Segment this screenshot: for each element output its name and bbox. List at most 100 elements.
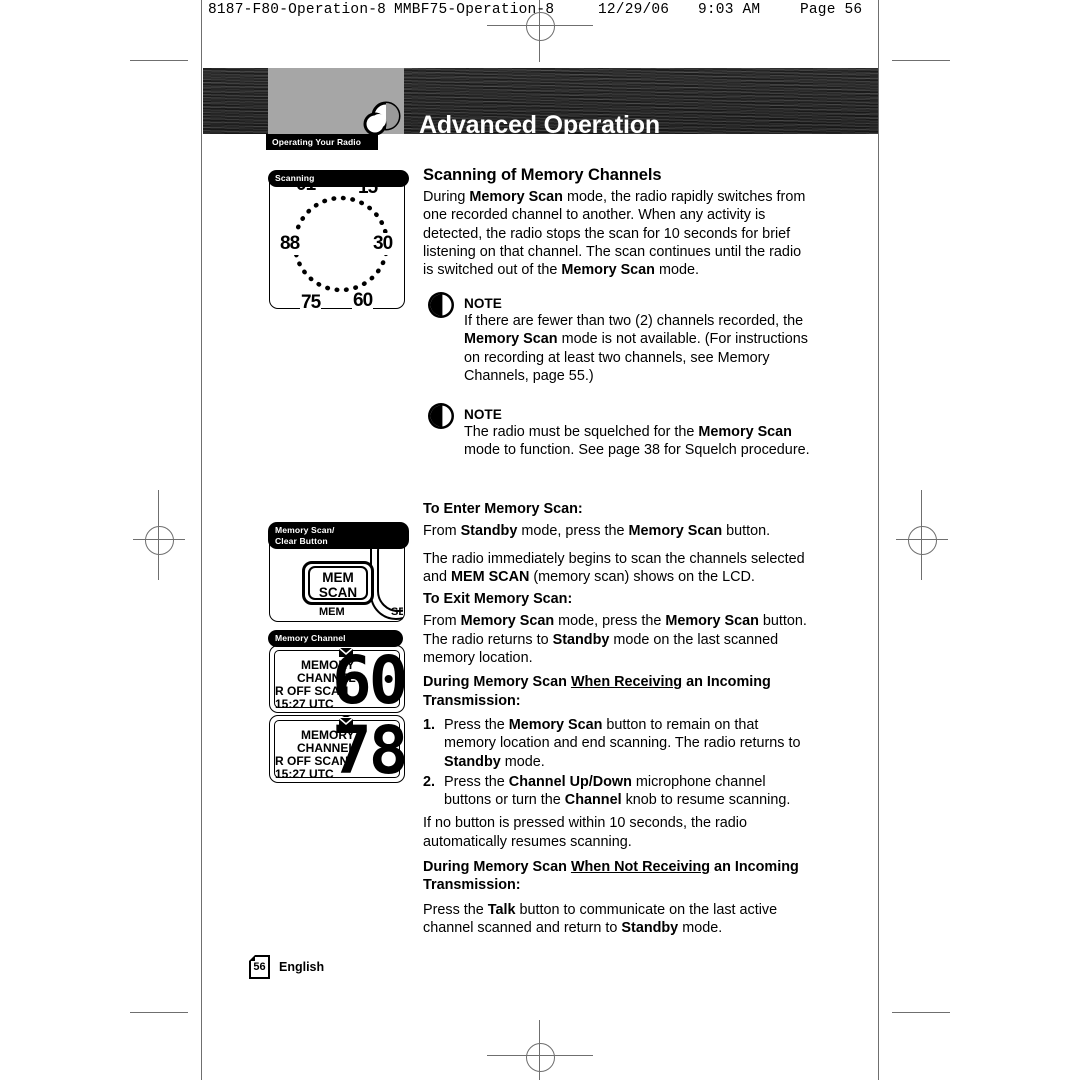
- section-heading: Scanning of Memory Channels: [423, 166, 662, 184]
- step-1: 1. Press the Memory Scan button to remain…: [423, 716, 811, 771]
- ep2-c: (memory scan) shows on the LCD.: [529, 568, 755, 585]
- xp-b2: Memory Scan: [665, 613, 759, 630]
- ep1-b1: Standby: [460, 523, 518, 540]
- slug-date: 12/29/06: [598, 2, 670, 18]
- enter-paragraph-2: The radio immediately begins to scan the…: [423, 550, 811, 587]
- crop-mark-tr: [892, 60, 950, 61]
- note-title-2: NOTE: [464, 407, 502, 422]
- intro-bold-2: Memory Scan: [561, 262, 655, 279]
- s1-a: Press the: [444, 716, 509, 733]
- xp-a: From: [423, 613, 461, 630]
- note2-a: The radio must be squelched for the: [464, 424, 699, 440]
- page-title: Advanced Operation: [419, 112, 660, 135]
- footer-language: English: [279, 960, 325, 974]
- reg-circle-bottom: [526, 1043, 555, 1072]
- note1-a: If there are fewer than two (2) channels…: [464, 313, 804, 329]
- lcd-line3-1: R OFF SCAN: [275, 684, 349, 698]
- page-number-badge: 56: [249, 955, 270, 979]
- step-2-number: 2.: [423, 773, 436, 790]
- figure-memory-channel-caption: Memory Channel: [268, 630, 403, 647]
- imposition-slug: 8187-F80-Operation-8 MMBF75-Operation-8 …: [208, 2, 888, 26]
- lcd-line1-2: MEMORY: [301, 728, 355, 742]
- crop-mark-br: [892, 1012, 950, 1013]
- s2-c: knob to resume scanning.: [621, 792, 791, 809]
- fp-b1: Talk: [487, 901, 516, 918]
- lcd-line4-2: 15:27 UTC: [275, 767, 334, 781]
- enter-paragraph-1: From Standby mode, press the Memory Scan…: [423, 522, 811, 540]
- content-column-2: To Enter Memory Scan: From Standby mode,…: [423, 500, 811, 946]
- figure-memory-channel-screen-2: 78 MEMORY CHANNEL R OFF SCAN 15:27 UTC: [269, 715, 405, 783]
- nrh-underline: When Not Receiving: [570, 859, 711, 876]
- figure-scanning-caption: Scanning: [268, 170, 409, 187]
- step-1-number: 1.: [423, 716, 436, 733]
- s1-c: mode.: [500, 753, 545, 770]
- note2-bold: Memory Scan: [698, 424, 792, 440]
- slug-job-b: MMBF75-Operation-8: [394, 2, 555, 18]
- ep1-b2: Memory Scan: [628, 523, 723, 540]
- not-receiving-heading: During Memory Scan When Not Receiving an…: [423, 858, 811, 895]
- final-paragraph: Press the Talk button to communicate on …: [423, 901, 811, 938]
- lcd-line2-1: CHANNEL: [297, 671, 356, 685]
- mem-scan-button-line2: SCAN: [318, 585, 358, 600]
- step-2: 2. Press the Channel Up/Down microphone c…: [423, 773, 811, 810]
- figure-memory-channel-screen-1: 60 MEMORY CHANNEL R OFF SCAN 15:27 UTC: [269, 645, 405, 713]
- reg-circle-right: [908, 526, 937, 555]
- enter-heading: To Enter Memory Scan:: [423, 501, 583, 517]
- note1-bold: Memory Scan: [464, 331, 558, 348]
- slug-page: Page 56: [800, 2, 863, 18]
- fp-b2: Standby: [621, 919, 679, 936]
- crop-mark-bl: [130, 1012, 188, 1013]
- exit-heading: To Exit Memory Scan:: [423, 591, 573, 608]
- mem-scan-button-face[interactable]: MEM SCAN: [308, 566, 368, 600]
- trim-line-right: [878, 0, 879, 1080]
- scanning-dial: 01 15 30 60 75 88: [279, 174, 395, 314]
- s2-a: Press the: [444, 773, 509, 790]
- mem-label: MEM: [319, 606, 345, 618]
- intro-a: During: [423, 189, 470, 205]
- note-title-1: NOTE: [464, 296, 502, 311]
- s1-b1: Memory Scan: [508, 716, 603, 733]
- note-body-1: If there are fewer than two (2) channels…: [464, 312, 810, 385]
- s1-b2: Standby: [444, 753, 501, 770]
- mem-scan-button-line1: MEM: [322, 570, 354, 585]
- reg-circle-left: [145, 526, 174, 555]
- xp-b3: Standby: [552, 631, 610, 648]
- s2-b1: Channel Up/Down: [508, 773, 632, 790]
- dial-number-88: 88: [279, 233, 300, 255]
- rh-a: During Memory Scan: [423, 674, 571, 691]
- content-column: Scanning of Memory Channels During Memor…: [423, 166, 811, 288]
- xp-m: mode, press the: [554, 613, 666, 630]
- slug-time: 9:03 AM: [698, 2, 761, 18]
- page-footer: 56 English: [249, 955, 324, 979]
- exit-paragraph: From Memory Scan mode, press the Memory …: [423, 612, 811, 667]
- intro-bold-1: Memory Scan: [469, 189, 563, 205]
- dial-number-75: 75: [300, 292, 321, 314]
- intro-c: mode.: [654, 262, 699, 279]
- crop-mark-tl: [130, 60, 188, 61]
- ep1-m: mode, press the: [517, 523, 629, 540]
- note-icon-2: [426, 401, 456, 431]
- note-body-2: The radio must be squelched for the Memo…: [464, 423, 810, 460]
- dial-number-60: 60: [352, 290, 373, 312]
- after-steps-paragraph: If no button is pressed within 10 second…: [423, 815, 747, 850]
- ep1-c: button.: [722, 523, 771, 540]
- lcd-line4-1: 15:27 UTC: [275, 697, 334, 711]
- figure-mem-scan-caption: Memory Scan/ Clear Button: [268, 522, 409, 549]
- fp-c: mode.: [678, 919, 723, 936]
- lcd-line2-2: CHANNEL: [297, 741, 356, 755]
- slug-job-a: 8187-F80-Operation-8: [208, 2, 387, 18]
- ep1-a: From: [423, 523, 461, 540]
- note-block-2: NOTE The radio must be squelched for the…: [464, 407, 810, 460]
- receiving-heading: During Memory Scan When Receiving an Inc…: [423, 673, 811, 710]
- note2-c: mode to function. See page 38 for Squelc…: [464, 442, 810, 459]
- nrh-a: During Memory Scan: [423, 859, 571, 876]
- note-block-1: NOTE If there are fewer than two (2) cha…: [464, 296, 810, 385]
- chapter-tab-label: Operating Your Radio: [266, 134, 378, 150]
- intro-paragraph: During Memory Scan mode, the radio rapid…: [423, 188, 811, 279]
- ep2-b: MEM SCAN: [451, 568, 530, 585]
- se-label: SE: [391, 606, 403, 618]
- note-icon-1: [426, 290, 456, 320]
- lcd-line3-2: R OFF SCAN: [275, 754, 349, 768]
- lcd-line1-1: MEMORY: [301, 658, 355, 672]
- radio-knob-icon: [362, 100, 402, 138]
